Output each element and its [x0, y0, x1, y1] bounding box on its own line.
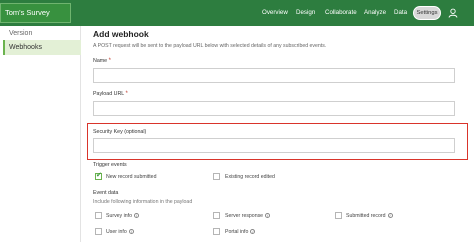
new-record-checkbox[interactable]: ✔: [95, 172, 102, 180]
payload-url-label: Payload URL *: [93, 91, 128, 97]
user-info-option: User info i: [106, 229, 134, 235]
nav-collaborate[interactable]: Collaborate: [325, 0, 357, 26]
submitted-record-label: Submitted record: [346, 213, 386, 219]
user-info-label: User info: [106, 229, 127, 235]
name-input[interactable]: [93, 68, 455, 83]
submitted-record-checkbox[interactable]: [335, 212, 342, 219]
sidebar-item-webhooks[interactable]: Webhooks: [3, 40, 81, 55]
required-marker: *: [108, 58, 111, 64]
server-response-label: Server response: [225, 213, 264, 219]
payload-url-input[interactable]: [93, 101, 455, 116]
portal-info-label: Portal info: [225, 229, 249, 235]
required-marker: *: [125, 91, 128, 97]
new-record-label: New record submitted: [106, 174, 157, 180]
security-key-label: Security Key (optional): [93, 129, 147, 135]
portal-info-option: Portal info i: [225, 229, 256, 235]
user-icon[interactable]: [448, 8, 458, 18]
name-label: Name *: [93, 58, 111, 64]
existing-record-checkbox[interactable]: [213, 173, 220, 180]
event-data-description: Include following information in the pay…: [93, 199, 193, 205]
page-title: Add webhook: [93, 29, 149, 39]
user-info-checkbox[interactable]: [95, 228, 102, 235]
nav-analyze[interactable]: Analyze: [364, 0, 386, 26]
trigger-events-label: Trigger events: [93, 162, 127, 168]
sidebar-item-version[interactable]: Version: [3, 26, 81, 41]
survey-info-label: Survey info: [106, 213, 132, 219]
event-data-label: Event data: [93, 190, 119, 196]
nav-overview[interactable]: Overview: [262, 0, 288, 26]
nav-design[interactable]: Design: [296, 0, 315, 26]
top-nav-bar: Tom's Survey Overview Design Collaborate…: [0, 0, 474, 26]
page-description: A POST request will be sent to the paylo…: [93, 43, 327, 49]
info-icon[interactable]: i: [250, 229, 256, 235]
nav-data[interactable]: Data: [394, 0, 407, 26]
settings-button[interactable]: Settings: [413, 6, 441, 20]
info-icon[interactable]: i: [128, 229, 134, 235]
server-response-option: Server response i: [225, 213, 271, 219]
survey-info-checkbox[interactable]: [95, 212, 102, 219]
info-icon[interactable]: i: [133, 213, 139, 219]
security-key-input[interactable]: [93, 138, 455, 153]
payload-url-label-text: Payload URL: [93, 91, 125, 97]
settings-sidebar: Version Webhooks: [0, 26, 81, 242]
info-icon[interactable]: i: [387, 213, 393, 219]
check-icon: ✔: [96, 172, 102, 179]
submitted-record-option: Submitted record i: [346, 213, 393, 219]
name-label-text: Name: [93, 58, 108, 64]
survey-title[interactable]: Tom's Survey: [0, 3, 71, 23]
portal-info-checkbox[interactable]: [213, 228, 220, 235]
info-icon[interactable]: i: [265, 213, 271, 219]
existing-record-label: Existing record edited: [225, 174, 275, 180]
server-response-checkbox[interactable]: [213, 212, 220, 219]
survey-info-option: Survey info i: [106, 213, 139, 219]
